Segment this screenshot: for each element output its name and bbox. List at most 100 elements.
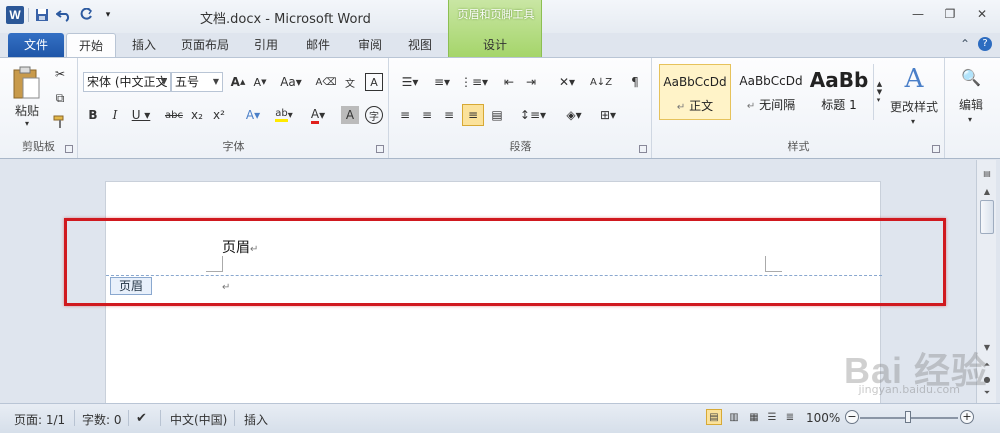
borders-icon[interactable]: ⊞▾ (594, 106, 622, 124)
full-screen-reading-icon[interactable]: ▥ (726, 409, 742, 425)
paragraph-launcher-icon[interactable] (639, 145, 647, 153)
distributed-icon[interactable]: ▤ (488, 106, 506, 124)
tab-insert[interactable]: 插入 (124, 33, 164, 57)
close-icon[interactable]: ✕ (974, 6, 990, 22)
font-color-icon[interactable]: A ▾ (305, 106, 331, 124)
clear-formatting-icon[interactable]: A⌫ (316, 73, 337, 91)
cut-icon[interactable]: ✂ (52, 66, 68, 82)
text-effects-icon[interactable]: A▾ (241, 106, 265, 124)
quick-access-toolbar: W ▾ (6, 6, 117, 24)
line-spacing-icon[interactable]: ↕≡▾ (518, 106, 548, 124)
copy-icon[interactable]: ⧉ (52, 90, 68, 106)
highlight-annotation-box (64, 218, 946, 306)
align-center-icon[interactable]: ≡ (418, 106, 436, 124)
editing-label[interactable]: 编辑 (952, 96, 990, 112)
paste-dropdown-icon[interactable]: ▾ (20, 118, 34, 128)
italic-icon[interactable]: I (107, 106, 123, 124)
paste-label[interactable]: 粘贴 (12, 102, 42, 118)
justify-icon[interactable]: ≡ (462, 104, 484, 126)
styles-scroll-icon[interactable]: ▲ ▼ ▾ (873, 64, 885, 120)
tab-view[interactable]: 视图 (400, 33, 440, 57)
style-no-spacing[interactable]: AaBbCcDd ↵ 无间隔 (735, 64, 807, 120)
align-left-icon[interactable]: ≡ (396, 106, 414, 124)
font-size-value: 五号 (175, 75, 200, 89)
clipboard-group: 粘贴 ▾ ✂ ⧉ 剪贴板 (0, 58, 78, 158)
style-heading-1[interactable]: AaBb 标题 1 (809, 64, 869, 120)
tab-page-layout[interactable]: 页面布局 (174, 33, 236, 57)
save-icon[interactable] (33, 6, 51, 24)
print-layout-view-icon[interactable]: ▤ (706, 409, 722, 425)
sort-icon[interactable]: A↓Z (590, 73, 612, 91)
bold-icon[interactable]: B (85, 106, 101, 124)
enclose-characters-icon[interactable]: 字 (365, 106, 383, 124)
proofing-icon[interactable]: ✔ (136, 411, 147, 426)
asian-layout-icon[interactable]: ✕▾ (554, 73, 580, 91)
align-right-icon[interactable]: ≡ (440, 106, 458, 124)
bullets-icon[interactable]: ☰▾ (396, 73, 424, 91)
font-launcher-icon[interactable] (376, 145, 384, 153)
strikethrough-icon[interactable]: abc (163, 106, 185, 124)
grow-font-icon[interactable]: A ▲ (229, 73, 247, 91)
language-indicator[interactable]: 中文(中国) (170, 411, 227, 428)
phonetic-guide-icon[interactable]: 文 (341, 73, 359, 91)
zoom-level[interactable]: 100% (806, 411, 840, 425)
clipboard-launcher-icon[interactable] (65, 145, 73, 153)
zoom-in-icon[interactable]: + (960, 410, 974, 424)
increase-indent-icon[interactable]: ⇥ (522, 73, 540, 91)
outline-view-icon[interactable]: ☰ (764, 409, 780, 425)
restore-icon[interactable]: ❐ (942, 6, 958, 22)
shading-icon[interactable]: ◈▾ (560, 106, 588, 124)
numbering-icon[interactable]: ≡▾ (428, 73, 456, 91)
editing-dropdown-icon[interactable]: ▾ (964, 114, 976, 124)
character-shading-icon[interactable]: A (341, 106, 359, 124)
help-icon[interactable]: ? (978, 37, 992, 51)
multilevel-list-icon[interactable]: ⋮≡▾ (460, 73, 488, 91)
font-size-combo[interactable]: 五号 ▼ (171, 72, 223, 92)
undo-icon[interactable] (55, 6, 73, 24)
shrink-font-icon[interactable]: A ▼ (251, 73, 269, 91)
show-formatting-marks-icon[interactable]: ¶ (626, 73, 644, 91)
tab-mailings[interactable]: 邮件 (298, 33, 338, 57)
status-bar: 页面: 1/1 字数: 0 ✔ 中文(中国) 插入 ▤ ▥ ▦ ☰ ≣ 100%… (0, 403, 1000, 433)
style-normal[interactable]: AaBbCcDd ↵ 正文 (659, 64, 731, 120)
context-tab-title: 页眉和页脚工具 (457, 8, 535, 21)
tab-references[interactable]: 引用 (246, 33, 286, 57)
highlight-color-icon[interactable]: ab ▾ (271, 106, 297, 124)
tab-file[interactable]: 文件 (8, 33, 64, 57)
scroll-up-icon[interactable]: ▲ (980, 184, 994, 198)
styles-launcher-icon[interactable] (932, 145, 940, 153)
word-count[interactable]: 字数: 0 (82, 411, 122, 428)
insert-mode-indicator[interactable]: 插入 (244, 411, 268, 428)
web-layout-icon[interactable]: ▦ (746, 409, 762, 425)
tab-design[interactable]: 设计 (474, 33, 516, 57)
paste-icon[interactable] (10, 64, 42, 102)
font-name-dropdown-icon[interactable]: ▼ (161, 73, 167, 91)
zoom-out-icon[interactable]: − (845, 410, 859, 424)
font-size-dropdown-icon[interactable]: ▼ (213, 73, 219, 91)
format-painter-icon[interactable] (52, 114, 68, 130)
superscript-icon[interactable]: x² (211, 106, 227, 124)
subscript-icon[interactable]: x₂ (189, 106, 205, 124)
scroll-thumb[interactable] (980, 200, 994, 234)
minimize-icon[interactable]: — (910, 6, 926, 22)
ribbon: 粘贴 ▾ ✂ ⧉ 剪贴板 宋体 (中文正文 ▼ 五号 ▼ A ▲ A ▼ Aa▾ A… (0, 57, 1000, 159)
underline-icon[interactable]: U ▾ (129, 106, 153, 124)
change-styles-label[interactable]: 更改样式 (887, 98, 941, 114)
page-count[interactable]: 页面: 1/1 (14, 411, 65, 428)
tab-review[interactable]: 审阅 (350, 33, 390, 57)
customize-qat-icon[interactable]: ▾ (99, 6, 117, 24)
redo-icon[interactable] (77, 6, 95, 24)
change-case-icon[interactable]: Aa▾ (279, 73, 303, 91)
zoom-slider-thumb[interactable] (905, 411, 911, 423)
tab-home[interactable]: 开始 (66, 33, 116, 58)
ruler-toggle-icon[interactable]: ▤ (980, 166, 994, 180)
minimize-ribbon-icon[interactable]: ⌃ (960, 37, 970, 51)
font-name-combo[interactable]: 宋体 (中文正文 ▼ (83, 72, 171, 92)
decrease-indent-icon[interactable]: ⇤ (500, 73, 518, 91)
character-border-icon[interactable]: A (365, 73, 383, 91)
word-app-icon[interactable]: W (6, 6, 24, 24)
binoculars-icon[interactable]: 🔍 (958, 64, 984, 90)
draft-view-icon[interactable]: ≣ (782, 409, 798, 425)
change-styles-icon[interactable]: A (893, 64, 935, 94)
change-styles-dropdown-icon[interactable]: ▾ (907, 116, 919, 126)
